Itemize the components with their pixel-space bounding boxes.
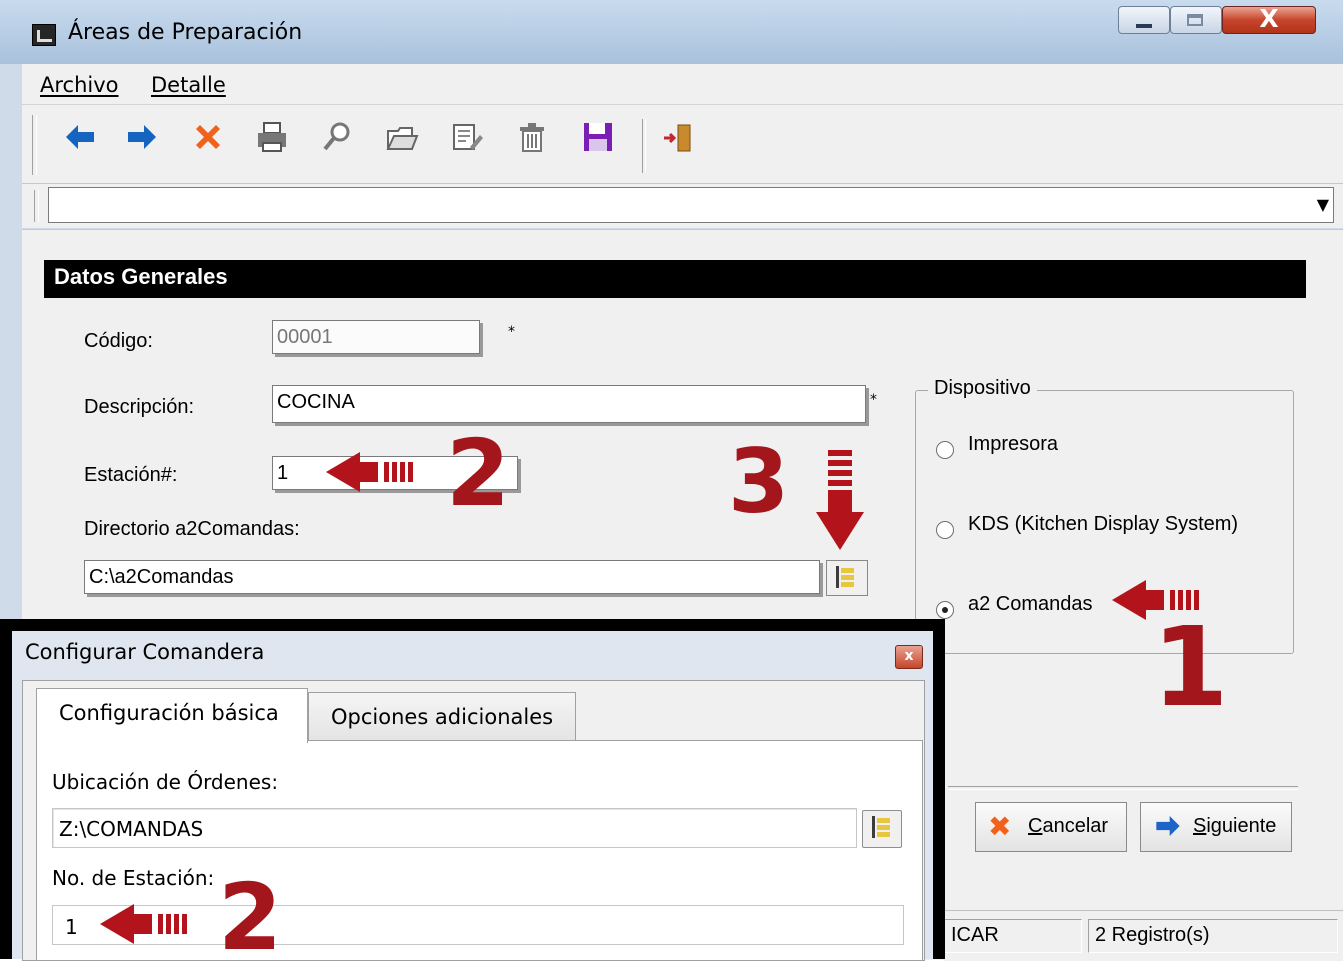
status-bar: ICAR 2 Registro(s): [944, 910, 1343, 961]
arrow-left-icon[interactable]: [60, 119, 100, 163]
cancel-x-icon[interactable]: [188, 119, 228, 163]
tab-configuracion-basica[interactable]: Configuración básica: [36, 688, 308, 743]
arrow-right-icon: [1153, 811, 1183, 848]
annotation-arrow-down-icon: [816, 450, 864, 558]
toolbar: [22, 105, 1343, 184]
dialog-title: Configurar Comandera: [25, 640, 265, 664]
ubicacion-label: Ubicación de Órdenes:: [52, 770, 279, 794]
printer-icon[interactable]: [252, 119, 292, 163]
directorio-field[interactable]: C:\a2Comandas: [84, 560, 820, 594]
open-folder-icon[interactable]: [382, 119, 422, 163]
menu-detalle[interactable]: Detalle: [151, 73, 226, 97]
trash-icon[interactable]: [512, 119, 552, 163]
annotation-number-2: 2: [446, 420, 511, 527]
filter-combo[interactable]: ▼: [48, 187, 1334, 223]
toolbar-separator: [642, 119, 646, 173]
minimize-button[interactable]: [1118, 6, 1170, 34]
codigo-field[interactable]: 00001: [272, 320, 480, 354]
a2-comandas-label[interactable]: a2 Comandas: [968, 593, 1093, 616]
cancel-button-label: Cancelar: [1028, 815, 1109, 837]
search-icon[interactable]: [318, 119, 358, 163]
folder-tree-icon: [834, 566, 854, 588]
title-bar[interactable]: Áreas de Preparación X: [0, 0, 1343, 64]
browse-folder-button[interactable]: [826, 560, 868, 596]
estacion-label: Estación#:: [84, 464, 178, 486]
annotation-number-3: 3: [728, 430, 790, 533]
dispositivo-legend: Dispositivo: [928, 377, 1037, 400]
menu-archivo[interactable]: Archivo: [40, 73, 119, 97]
folder-tree-icon: [870, 816, 890, 838]
kds-label[interactable]: KDS (Kitchen Display System): [968, 513, 1238, 536]
toolbar-grip[interactable]: [32, 115, 37, 175]
filter-bar: ▼: [22, 184, 1343, 228]
radio-kds[interactable]: [936, 521, 954, 539]
section-title: Datos Generales: [54, 264, 228, 289]
codigo-label: Código:: [84, 330, 153, 352]
directorio-label: Directorio a2Comandas:: [84, 518, 300, 540]
codigo-required-mark: *: [508, 324, 515, 340]
menu-bar: Archivo Detalle: [22, 64, 1343, 105]
close-button[interactable]: X: [1222, 4, 1316, 34]
tab-opciones-adicionales[interactable]: Opciones adicionales: [308, 692, 576, 740]
dispositivo-group: Dispositivo Impresora KDS (Kitchen Displ…: [915, 377, 1294, 654]
cancel-button[interactable]: ✖ Cancelar: [975, 802, 1127, 852]
dialog-close-icon[interactable]: x: [895, 645, 923, 669]
radio-impresora[interactable]: [936, 441, 954, 459]
status-cell: ICAR: [944, 919, 1082, 953]
arrow-right-icon[interactable]: [122, 119, 162, 163]
window-title: Áreas de Preparación: [68, 20, 303, 45]
button-divider: [948, 786, 1298, 790]
descripcion-label: Descripción:: [84, 396, 195, 418]
radio-a2-comandas[interactable]: [936, 601, 954, 619]
exit-door-icon[interactable]: [658, 119, 698, 163]
next-button-label: Siguiente: [1193, 815, 1277, 837]
annotation-number-1: 1: [1152, 603, 1229, 731]
impresora-label[interactable]: Impresora: [968, 433, 1058, 456]
maximize-button[interactable]: [1170, 6, 1222, 34]
section-header: Datos Generales: [44, 260, 1306, 298]
close-icon: X: [1259, 4, 1279, 33]
descripcion-required-mark: *: [870, 392, 877, 408]
annotation-number-2: 2: [218, 864, 283, 971]
app-icon: [32, 24, 56, 46]
next-button[interactable]: Siguiente: [1140, 802, 1292, 852]
descripcion-field[interactable]: COCINA: [272, 385, 866, 423]
status-record-count: 2 Registro(s): [1088, 919, 1338, 953]
filter-grip[interactable]: [34, 190, 39, 222]
chevron-down-icon[interactable]: ▼: [1317, 195, 1329, 214]
cancel-x-icon: ✖: [988, 810, 1012, 843]
save-disk-icon[interactable]: [578, 119, 618, 163]
browse-folder-button[interactable]: [862, 810, 902, 848]
ubicacion-field[interactable]: Z:\COMANDAS: [52, 808, 857, 848]
no-estacion-label: No. de Estación:: [52, 866, 215, 890]
no-estacion-field[interactable]: 1: [52, 905, 904, 945]
edit-icon[interactable]: [446, 119, 486, 163]
